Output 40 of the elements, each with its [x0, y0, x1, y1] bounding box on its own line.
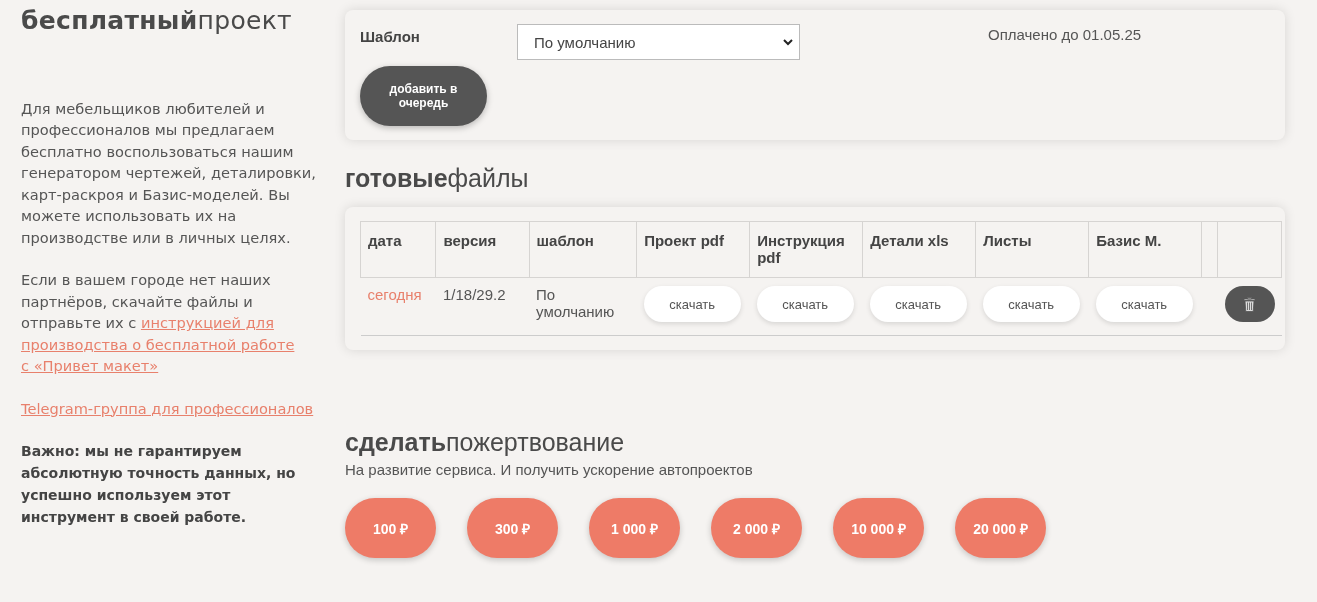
donate-amount-button[interactable]: 10 000 ₽: [833, 498, 924, 558]
download-button[interactable]: скачать: [982, 286, 1080, 322]
date-cell: сегодня: [360, 277, 436, 336]
download-button[interactable]: скачать: [869, 286, 967, 322]
template-label: Шаблон: [360, 28, 421, 45]
partners-text: отправьте их с: [21, 314, 138, 331]
instruction-link[interactable]: с «Привет макет»: [21, 357, 159, 374]
section-title: готовыефайлы: [345, 164, 530, 193]
template-select[interactable]: По умолчанию: [517, 24, 800, 60]
download-button[interactable]: скачать: [1095, 286, 1193, 322]
donate-amount-button[interactable]: 20 000 ₽: [955, 498, 1046, 558]
intro-text: Для мебельщиков любителей и профессионалов мы предлагаем бесплатно воспользоваться нашим генератором чертежей, деталировки, карт-раскроя и Базис-моделей. Вы можете использовать их на производстве или в личных целях.: [21, 98, 317, 248]
section-title: сделатьпожертвование: [345, 428, 626, 457]
column-header: шаблон: [529, 221, 637, 278]
column-header: Проект pdf: [636, 221, 750, 278]
instruction-link[interactable]: производства о бесплатной работе: [21, 335, 295, 353]
chevron-down-icon: [783, 38, 793, 46]
donate-amount-button[interactable]: 100 ₽: [345, 498, 436, 558]
donate-amount-button[interactable]: 2 000 ₽: [711, 498, 802, 558]
column-header: Детали xls: [862, 221, 976, 278]
telegram-link[interactable]: Telegram-группа для профессионалов: [21, 399, 314, 417]
paid-until-text: Оплачено до 01.05.25: [988, 26, 1142, 43]
column-header: версия: [436, 221, 530, 278]
download-button[interactable]: скачать: [643, 286, 741, 322]
delete-button[interactable]: [1224, 286, 1275, 322]
column-header: Листы: [975, 221, 1089, 278]
add-to-queue-button[interactable]: добавить в очередь: [360, 66, 487, 126]
column-header: Инструкция pdf: [749, 221, 863, 278]
instruction-link[interactable]: инструкцией для: [140, 314, 274, 331]
download-button[interactable]: скачать: [756, 286, 854, 322]
donate-subtitle: На развитие сервиса. И получить ускорение автопроектов: [345, 461, 754, 478]
template-cell: По умолчанию: [529, 277, 637, 336]
version-cell: 1/18/29.2: [436, 277, 530, 336]
column-header: дата: [360, 221, 436, 278]
warning-text: Важно: мы не гарантируем абсолютную точность данных, но успешно используем этот инструмент в своей работе.: [21, 442, 297, 527]
page-title: бесплатныйпроект: [21, 10, 293, 32]
trash-icon: [1243, 296, 1256, 312]
donate-amount-button[interactable]: 300 ₽: [467, 498, 558, 558]
column-header: Базис М.: [1088, 221, 1202, 278]
donate-amount-button[interactable]: 1 000 ₽: [589, 498, 680, 558]
